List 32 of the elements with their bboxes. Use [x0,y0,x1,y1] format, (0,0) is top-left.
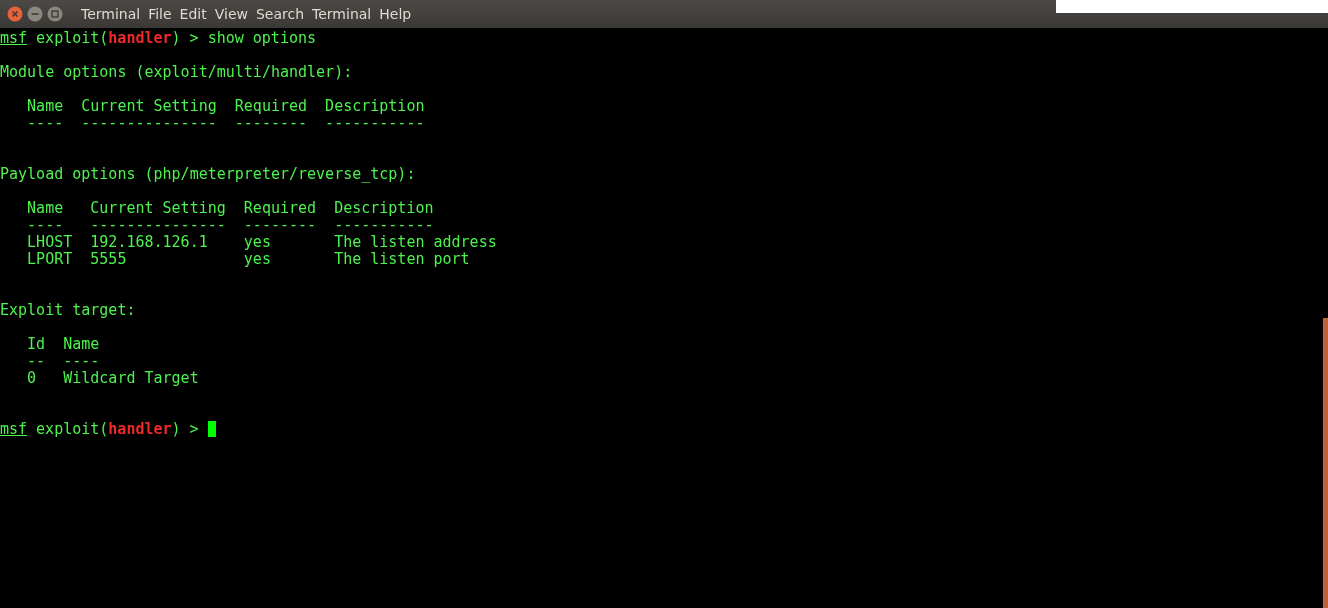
maximize-icon[interactable] [47,6,63,22]
output-line: ---- --------------- -------- ----------- [26,216,434,234]
output-line: Id Name [26,335,100,353]
prompt-label: msf [0,420,28,438]
menu-item[interactable]: Edit [179,6,207,22]
prompt-context: exploit( [36,29,109,47]
output-line: LPORT 5555 yes The listen port [26,250,470,268]
menu-item[interactable]: View [214,6,248,22]
module-name: handler [108,420,172,438]
module-name: handler [108,29,172,47]
command-text: show options [207,29,317,47]
close-icon[interactable] [7,6,23,22]
menu-item[interactable]: Search [255,6,305,22]
scrollbar[interactable] [1323,318,1328,608]
prompt-context: exploit( [36,420,109,438]
output-line: 0 Wildcard Target [26,369,199,387]
menu-item[interactable]: Help [379,6,412,22]
menu-item[interactable]: Terminal [312,6,372,22]
output-line: Module options (exploit/multi/handler): [0,63,353,81]
output-line: LHOST 192.168.126.1 yes The listen address [26,233,497,251]
prompt-symbol: ) > [171,420,199,438]
output-line: Exploit target: [0,301,136,319]
menu-item[interactable]: File [148,6,172,22]
minimize-icon[interactable] [27,6,43,22]
prompt-label: msf [0,29,28,47]
prompt-symbol: ) > [171,29,199,47]
output-line: Name Current Setting Required Description [26,199,434,217]
menu-item[interactable]: Terminal [81,6,141,22]
output-line: ---- --------------- -------- ----------- [26,114,425,132]
output-line: Name Current Setting Required Description [26,97,425,115]
output-line: -- ---- [26,352,100,370]
output-line: Payload options (php/meterpreter/reverse_tcp): [0,165,416,183]
